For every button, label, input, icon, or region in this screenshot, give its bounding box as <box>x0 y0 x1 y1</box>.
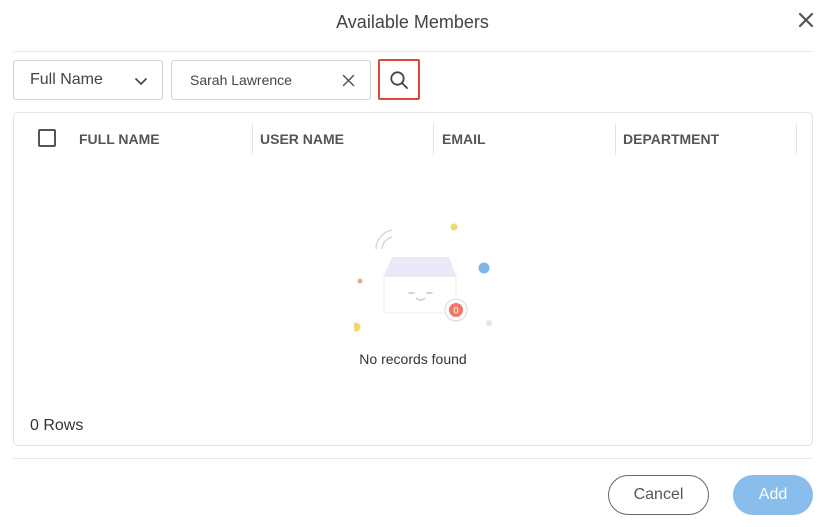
clear-icon[interactable] <box>342 74 355 87</box>
column-header-department[interactable]: DEPARTMENT <box>623 131 719 147</box>
footer-divider <box>13 458 812 459</box>
search-box <box>171 60 371 100</box>
column-header-user-name[interactable]: USER NAME <box>260 131 344 147</box>
empty-box-icon: 0 <box>354 223 492 332</box>
search-button[interactable] <box>378 59 420 100</box>
close-icon[interactable] <box>796 10 816 30</box>
empty-count-badge: 0 <box>453 306 458 316</box>
row-count: 0 Rows <box>30 417 84 434</box>
column-separator[interactable] <box>433 123 434 155</box>
header-divider <box>13 51 812 52</box>
column-header-email[interactable]: EMAIL <box>442 131 486 147</box>
search-field-dropdown[interactable]: Full Name <box>13 60 163 100</box>
column-separator[interactable] <box>615 123 616 155</box>
column-separator[interactable] <box>796 123 797 155</box>
empty-state-message: No records found <box>359 351 467 367</box>
cancel-button[interactable]: Cancel <box>608 475 709 515</box>
members-grid: FULL NAME USER NAME EMAIL DEPARTMENT 0 N… <box>13 112 813 446</box>
search-input[interactable] <box>172 61 337 99</box>
search-field-selected: Full Name <box>30 71 103 88</box>
grid-header: FULL NAME USER NAME EMAIL DEPARTMENT <box>14 113 812 163</box>
column-header-full-name[interactable]: FULL NAME <box>79 131 160 147</box>
add-button[interactable]: Add <box>733 475 813 515</box>
chevron-down-icon <box>134 77 148 86</box>
search-icon <box>390 70 408 89</box>
dialog-title: Available Members <box>336 12 489 32</box>
column-separator[interactable] <box>252 123 253 155</box>
select-all-checkbox[interactable] <box>38 129 56 147</box>
